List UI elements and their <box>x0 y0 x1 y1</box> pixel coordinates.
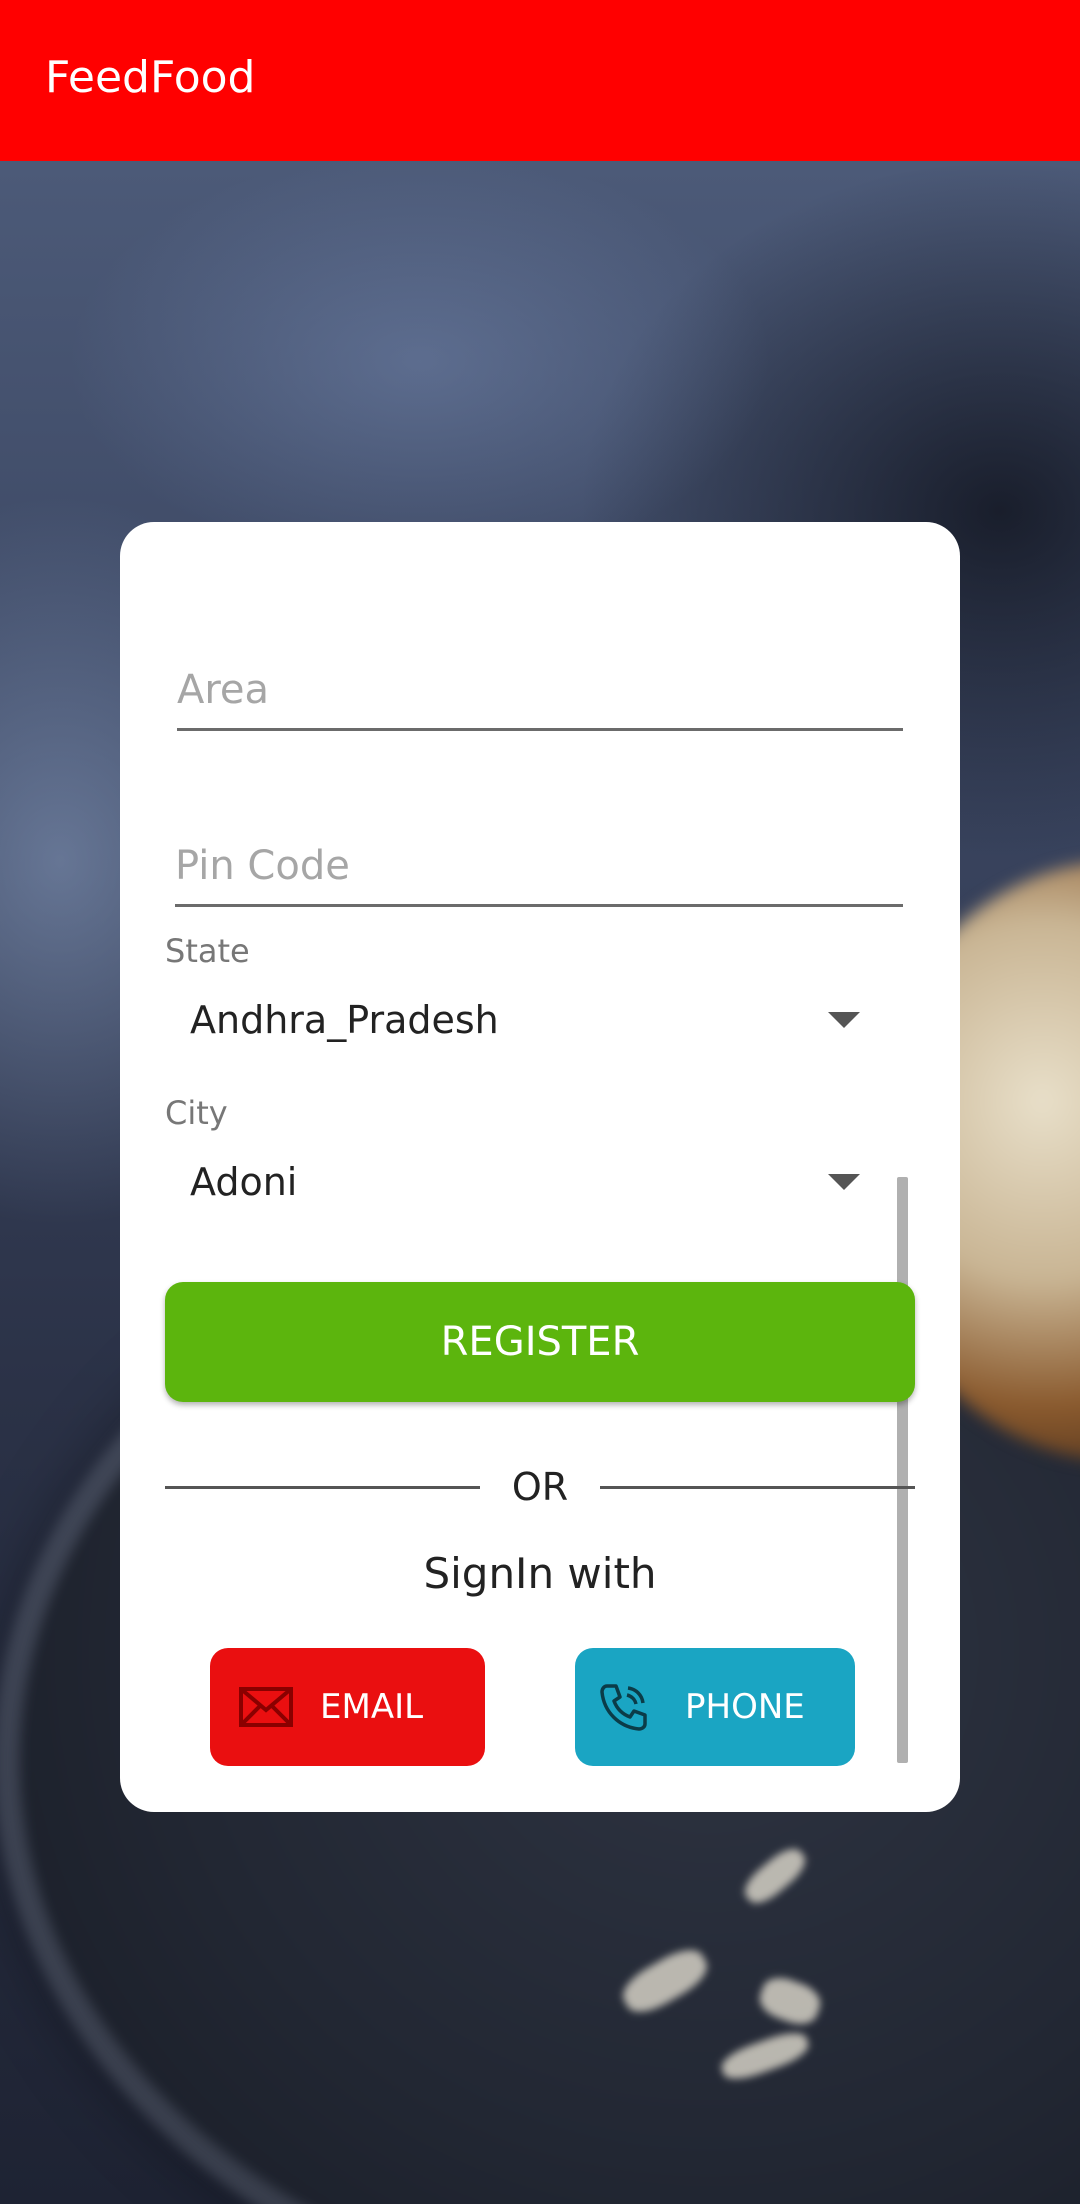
phone-signin-button[interactable]: PHONE <box>575 1648 855 1766</box>
state-label: State <box>165 932 250 970</box>
divider-line-left <box>165 1486 480 1489</box>
state-dropdown[interactable]: Andhra_Pradesh <box>165 982 905 1062</box>
dropdown-arrow-icon <box>828 1174 860 1190</box>
signin-with-label: SignIn with <box>423 1549 657 1598</box>
phone-icon <box>597 1680 651 1734</box>
envelope-icon <box>238 1682 294 1732</box>
dropdown-arrow-icon <box>828 1012 860 1028</box>
city-selected-value: Adoni <box>190 1160 298 1204</box>
register-card: State Andhra_Pradesh City Adoni REGISTER… <box>120 522 960 1812</box>
area-input[interactable] <box>177 662 903 718</box>
app-bar: FeedFood <box>0 0 1080 161</box>
email-signin-button[interactable]: EMAIL <box>210 1648 485 1766</box>
city-dropdown[interactable]: Adoni <box>165 1144 905 1224</box>
state-selected-value: Andhra_Pradesh <box>190 998 499 1042</box>
or-divider: OR <box>165 1457 915 1517</box>
or-text: OR <box>511 1465 569 1509</box>
divider-line-right <box>600 1486 915 1489</box>
pin-code-field[interactable] <box>175 838 903 907</box>
email-button-label: EMAIL <box>320 1687 424 1727</box>
city-label: City <box>165 1094 228 1132</box>
area-field[interactable] <box>177 662 903 731</box>
register-button[interactable]: REGISTER <box>165 1282 915 1402</box>
phone-button-label: PHONE <box>685 1687 805 1727</box>
app-title: FeedFood <box>45 52 256 103</box>
pin-code-input[interactable] <box>175 838 903 894</box>
app-root: FeedFood State Andhra_Pradesh City Adoni… <box>0 0 1080 2204</box>
